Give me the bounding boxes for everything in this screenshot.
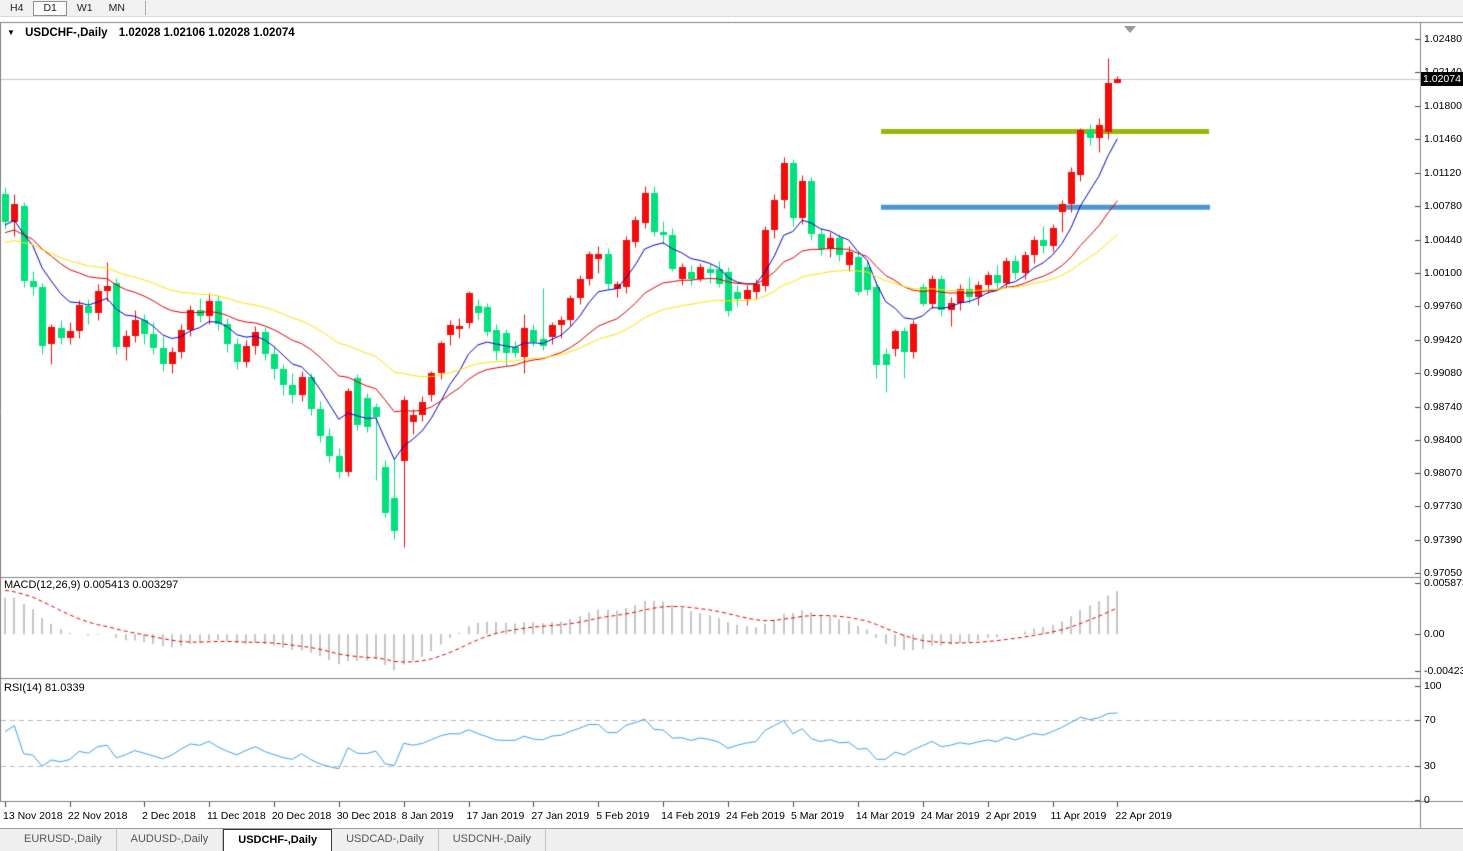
price-axis-label: 0.98400 (1424, 434, 1462, 446)
tab-usdcad[interactable]: USDCAD-,Daily (332, 829, 439, 851)
rsi-axis-label: 30 (1424, 760, 1436, 772)
tab-audusd[interactable]: AUDUSD-,Daily (117, 829, 224, 851)
chart-tabbar: EURUSD-,Daily AUDUSD-,Daily USDCHF-,Dail… (0, 828, 1463, 851)
price-axis-label: 1.01120 (1424, 167, 1461, 179)
price-axis-label: 1.02480 (1424, 33, 1462, 45)
trading-terminal-window: H4 D1 W1 MN ▼ USDCHF-,Daily 1.02028 1.02… (0, 0, 1463, 851)
timeframe-button-mn[interactable]: MN (103, 2, 131, 15)
price-axis-label: 0.97730 (1424, 500, 1462, 512)
date-axis-label: 17 Jan 2019 (467, 810, 525, 822)
chart-shift-marker-icon (1124, 26, 1136, 33)
date-axis-label: 5 Feb 2019 (596, 810, 649, 822)
date-axis-label: 5 Mar 2019 (791, 810, 844, 822)
rsi-value: 81.0339 (45, 682, 85, 694)
price-axis-label: 0.99080 (1424, 367, 1462, 379)
price-axis-label: 1.00100 (1424, 267, 1462, 279)
price-axis-label: 1.01800 (1424, 100, 1462, 112)
rsi-axis-label: 70 (1424, 714, 1436, 726)
chart-title: ▼ USDCHF-,Daily 1.02028 1.02106 1.02028 … (7, 27, 295, 39)
chart-symbol-label: USDCHF-,Daily (25, 27, 107, 39)
timeframe-button-d1[interactable]: D1 (33, 1, 66, 16)
date-axis-label: 22 Nov 2018 (68, 810, 128, 822)
timeframe-button-h4[interactable]: H4 (4, 2, 29, 15)
rsi-indicator-label: RSI(14) 81.0339 (4, 682, 85, 694)
date-axis-label: 14 Mar 2019 (856, 810, 915, 822)
rsi-name: RSI(14) (4, 682, 42, 694)
date-axis-label: 2 Dec 2018 (142, 810, 196, 822)
price-axis-label: 1.00440 (1424, 234, 1462, 246)
date-axis-label: 2 Apr 2019 (986, 810, 1037, 822)
price-axis-label: 1.02140 (1424, 66, 1462, 78)
date-axis-label: 20 Dec 2018 (272, 810, 332, 822)
date-axis-label: 30 Dec 2018 (337, 810, 397, 822)
chart-canvas[interactable] (0, 0, 1463, 851)
date-axis-label: 24 Mar 2019 (921, 810, 980, 822)
date-axis-label: 11 Apr 2019 (1051, 810, 1107, 822)
macd-indicator-label: MACD(12,26,9) 0.005413 0.003297 (4, 579, 178, 591)
toolbar-separator (145, 1, 146, 15)
price-axis-label: 1.01460 (1424, 133, 1462, 145)
tab-eurusd[interactable]: EURUSD-,Daily (10, 829, 117, 851)
price-axis-label: 0.99420 (1424, 334, 1462, 346)
tab-usdchf[interactable]: USDCHF-,Daily (223, 829, 332, 851)
price-axis-label: 0.98740 (1424, 401, 1462, 413)
chart-ohlc-values: 1.02028 1.02106 1.02028 1.02074 (119, 27, 295, 39)
date-axis-label: 27 Jan 2019 (531, 810, 589, 822)
price-axis-label: 0.98070 (1424, 467, 1462, 479)
timeframe-toolbar: H4 D1 W1 MN (0, 0, 1463, 17)
macd-values: 0.005413 0.003297 (83, 579, 178, 591)
date-axis-label: 13 Nov 2018 (3, 810, 63, 822)
date-axis-label: 8 Jan 2019 (402, 810, 454, 822)
timeframe-button-w1[interactable]: W1 (71, 2, 99, 15)
rsi-axis-label: 100 (1424, 680, 1442, 692)
rsi-axis-label: 0 (1424, 794, 1430, 806)
price-axis-label: 0.99760 (1424, 300, 1462, 312)
date-axis-label: 11 Dec 2018 (207, 810, 266, 822)
macd-axis-label: 0.005873 (1424, 577, 1463, 589)
one-click-trading-icon[interactable]: ▼ (7, 28, 15, 37)
date-axis-label: 24 Feb 2019 (726, 810, 785, 822)
macd-axis-label: 0.00 (1424, 628, 1444, 640)
macd-axis-label: -0.004238 (1424, 665, 1463, 677)
date-axis-label: 14 Feb 2019 (661, 810, 720, 822)
date-axis-label: 22 Apr 2019 (1115, 810, 1172, 822)
tab-usdcnh[interactable]: USDCNH-,Daily (439, 829, 546, 851)
price-axis-label: 1.00780 (1424, 200, 1462, 212)
price-axis-label: 0.97390 (1424, 534, 1462, 546)
macd-name: MACD(12,26,9) (4, 579, 80, 591)
